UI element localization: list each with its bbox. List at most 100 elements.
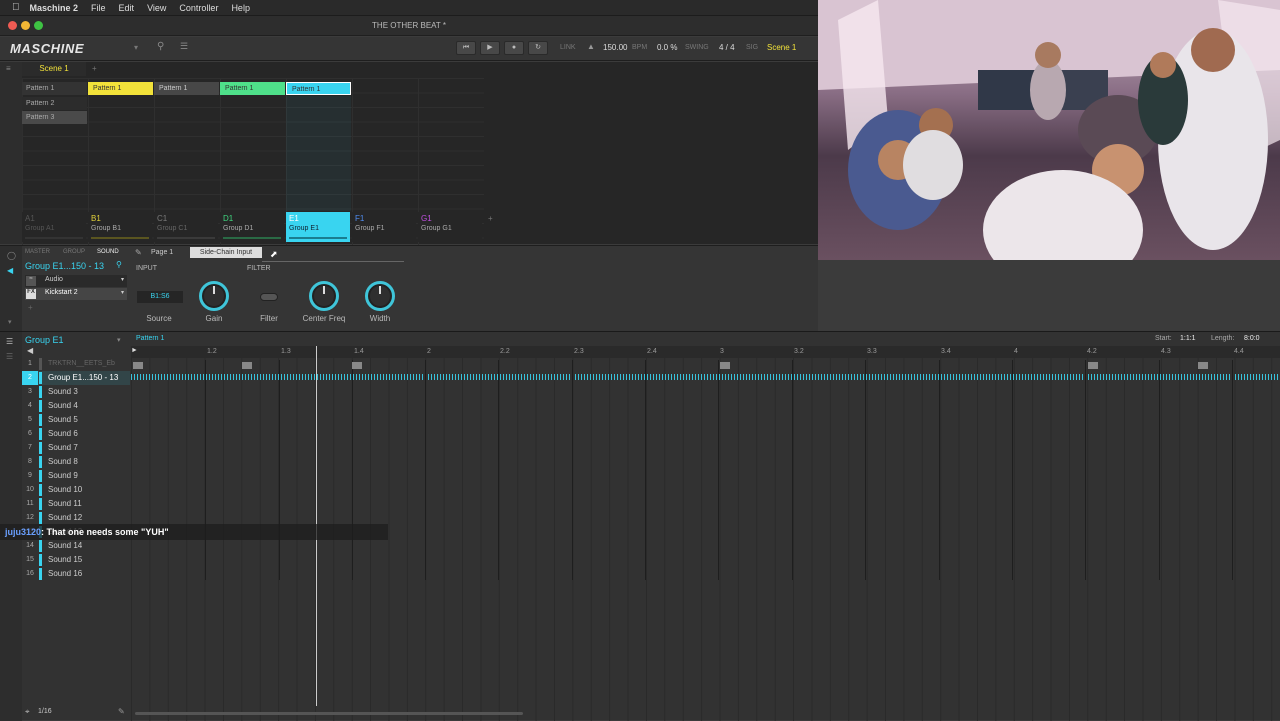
record-button[interactable]: ● [504, 41, 524, 55]
pattern-name[interactable]: Pattern 1 [136, 335, 164, 342]
ruler-tick-label: 1.4 [354, 348, 364, 355]
rewind-button[interactable]: ⏮ [456, 41, 476, 55]
start-value[interactable]: 1:1:1 [1180, 335, 1196, 342]
menu-app[interactable]: Maschine 2 [30, 3, 79, 13]
source-field[interactable]: B1:S6 [137, 291, 183, 303]
menu-edit[interactable]: Edit [119, 3, 135, 13]
note-event[interactable] [720, 362, 730, 369]
sound-row[interactable]: 12 Sound 12 [22, 511, 130, 525]
horizontal-scrollbar[interactable] [135, 712, 523, 715]
menu-file[interactable]: File [91, 3, 106, 13]
sound-row[interactable]: 15 Sound 15 [22, 553, 130, 567]
group-b1[interactable]: B1 Group B1 [88, 212, 152, 242]
note-event[interactable] [133, 362, 143, 369]
group-g1[interactable]: G1 Group G1 [418, 212, 482, 242]
scene-row[interactable]: Pattern 2 [22, 97, 87, 110]
sound-row[interactable]: 3 Sound 3 [22, 385, 130, 399]
search-icon[interactable]: ⚲ [157, 41, 164, 52]
sound-row[interactable]: 6 Sound 6 [22, 427, 130, 441]
plugin-slot-audio[interactable]: ≈ Audio ▾ [25, 275, 127, 287]
sound-name[interactable]: Group E1...150 - 13 [25, 261, 104, 271]
chevron-down-icon[interactable]: ▾ [134, 43, 138, 52]
group-selector[interactable]: Group E1 [25, 335, 64, 345]
width-knob[interactable] [365, 281, 395, 311]
sound-row[interactable]: 16 Sound 16 [22, 567, 130, 581]
note-event[interactable] [242, 362, 252, 369]
tab-sound[interactable]: SOUND [97, 249, 119, 255]
note-event[interactable] [1198, 362, 1208, 369]
ruler-tick-label: 2.3 [574, 348, 584, 355]
mixer-icon[interactable]: ☰ [180, 41, 188, 52]
group-f1[interactable]: F1 Group F1 [352, 212, 416, 242]
apple-icon[interactable]:  [12, 2, 20, 13]
group-c1[interactable]: C1 Group C1 [154, 212, 218, 242]
pencil-icon[interactable]: ✎ [118, 707, 125, 716]
sound-row[interactable]: 4 Sound 4 [22, 399, 130, 413]
search-icon[interactable]: ⚲ [116, 260, 122, 269]
tempo-value[interactable]: 150.00 [603, 43, 627, 52]
grid-resolution[interactable]: 1/16 [38, 708, 52, 715]
sound-row[interactable]: 1 TRKTRN__EETS_Eb [22, 357, 130, 371]
chevron-down-icon[interactable]: ▾ [8, 318, 12, 326]
length-value[interactable]: 8:0:0 [1244, 335, 1260, 342]
loop-button[interactable]: ↻ [528, 41, 548, 55]
sound-row[interactable]: 2 Group E1...150 - 13 [22, 371, 130, 385]
sidechain-tab[interactable]: Side-Chain Input [190, 247, 262, 258]
group-level [25, 237, 83, 239]
sound-color-bar [39, 428, 42, 440]
gain-knob[interactable] [199, 281, 229, 311]
plugin-icon[interactable]: ◀ [7, 266, 13, 275]
link-label[interactable]: LINK [560, 44, 576, 51]
menu-view[interactable]: View [147, 3, 166, 13]
chevron-down-icon[interactable]: ▾ [121, 276, 124, 283]
keyboard-icon[interactable]: ☰ [6, 352, 13, 361]
time-signature[interactable]: 4 / 4 [719, 43, 735, 52]
add-scene-button[interactable]: + [92, 64, 97, 73]
power-icon[interactable]: ◯ [7, 251, 16, 260]
sound-row[interactable]: 10 Sound 10 [22, 483, 130, 497]
center-freq-knob[interactable] [309, 281, 339, 311]
sound-row[interactable]: 11 Sound 11 [22, 497, 130, 511]
sound-row[interactable]: 5 Sound 5 [22, 413, 130, 427]
audio-icon: ≈ [26, 276, 36, 286]
grid-icon[interactable]: ⌖ [25, 707, 30, 717]
chevron-down-icon[interactable]: ▾ [121, 289, 124, 296]
filter-toggle[interactable] [260, 293, 278, 301]
scene-tab[interactable]: Scene 1 [22, 62, 86, 76]
plugin-slot-kickstart[interactable]: FX Kickstart 2 ▾ [25, 288, 127, 300]
page-tab[interactable]: Page 1 [151, 249, 173, 256]
scene-row[interactable]: Pattern 3 [22, 111, 87, 124]
sound-row[interactable]: 8 Sound 8 [22, 455, 130, 469]
plugin-name: Kickstart 2 [45, 289, 78, 296]
edit-icon[interactable]: ✎ [135, 248, 142, 257]
swing-label: SWING [685, 44, 709, 51]
source-label: Source [146, 314, 172, 323]
play-button[interactable]: ▶ [480, 41, 500, 55]
add-plugin-button[interactable]: + [28, 303, 33, 312]
menu-controller[interactable]: Controller [179, 3, 218, 13]
group-e1[interactable]: E1 Group E1 [286, 212, 350, 242]
group-a1[interactable]: A1 Group A1 [22, 212, 86, 242]
pattern-cell-e[interactable]: Pattern 1 [286, 82, 351, 95]
menu-help[interactable]: Help [231, 3, 250, 13]
pattern-cell-d[interactable]: Pattern 1 [220, 82, 285, 95]
sound-name: Sound 6 [48, 429, 78, 438]
group-d1[interactable]: D1 Group D1 [220, 212, 284, 242]
current-scene[interactable]: Scene 1 [767, 43, 796, 52]
scene-row[interactable]: Pattern 1 [22, 82, 87, 95]
swing-value[interactable]: 0.0 % [657, 43, 677, 52]
note-event[interactable] [352, 362, 362, 369]
tab-group[interactable]: GROUP [63, 249, 85, 255]
list-icon[interactable]: ☰ [6, 337, 13, 346]
tab-master[interactable]: MASTER [25, 249, 50, 255]
pattern-cell-c[interactable]: Pattern 1 [154, 82, 219, 95]
pattern-cell-b[interactable]: Pattern 1 [88, 82, 153, 95]
chevron-down-icon[interactable]: ▾ [117, 336, 121, 344]
add-group-button[interactable]: + [488, 214, 493, 223]
sound-row[interactable]: 7 Sound 7 [22, 441, 130, 455]
sound-row[interactable]: 9 Sound 9 [22, 469, 130, 483]
sound-row[interactable]: 14 Sound 14 [22, 539, 130, 553]
metronome-icon[interactable]: ▲ [587, 42, 595, 51]
note-event[interactable] [1088, 362, 1098, 369]
list-icon[interactable]: ≡ [6, 64, 11, 73]
